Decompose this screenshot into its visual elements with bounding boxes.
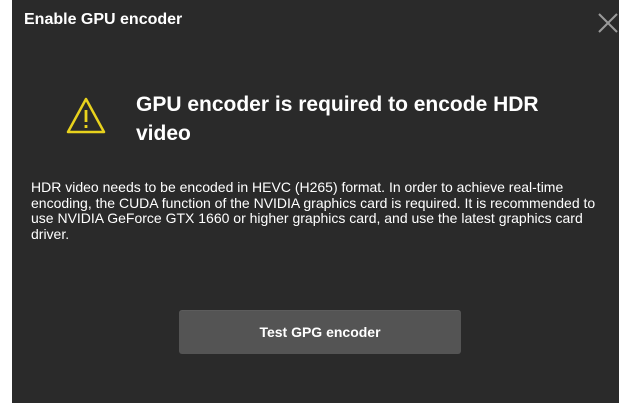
dialog-titlebar: Enable GPU encoder (12, 0, 619, 48)
dialog-message: HDR video needs to be encoded in HEVC (H… (31, 179, 596, 242)
warning-triangle-icon (66, 97, 106, 134)
dialog-title: Enable GPU encoder (24, 11, 183, 28)
dialog-heading: GPU encoder is required to encode HDR vi… (136, 93, 539, 145)
close-button[interactable] (595, 10, 619, 34)
close-icon (598, 13, 618, 33)
test-gpu-encoder-button[interactable]: Test GPG encoder (179, 310, 461, 354)
enable-gpu-encoder-dialog: Enable GPU encoder GPU encoder is requir… (12, 0, 619, 403)
